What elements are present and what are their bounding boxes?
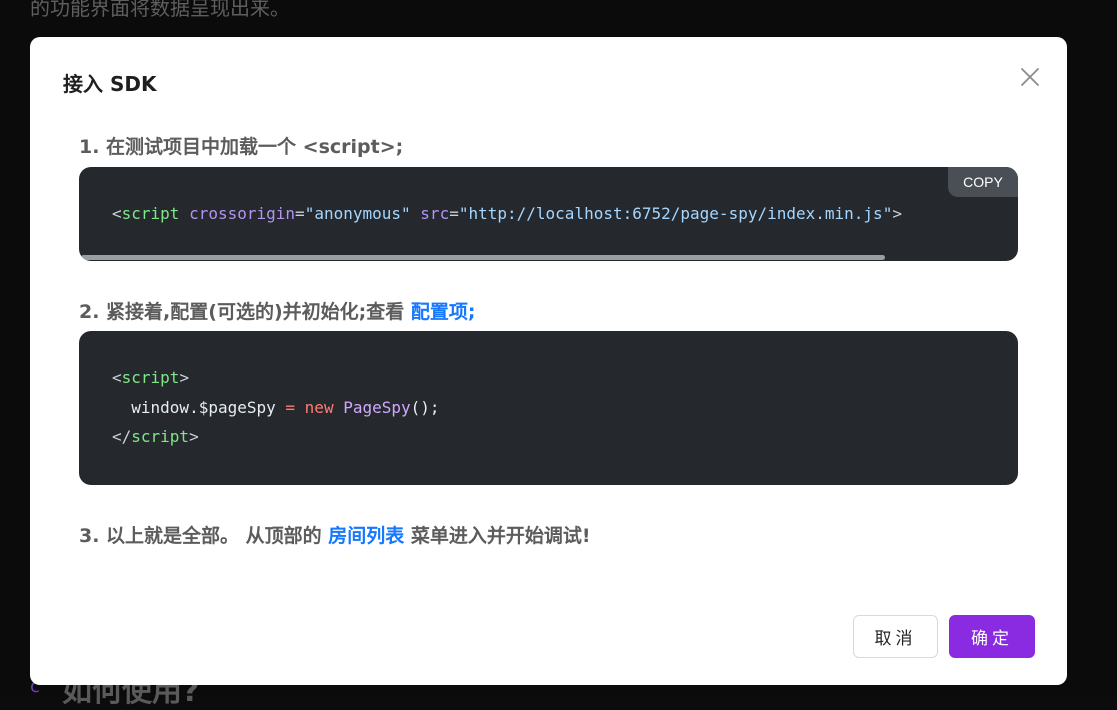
code-token: >	[892, 204, 902, 223]
code-block-init: <script> window.$pageSpy = new PageSpy()…	[79, 331, 1018, 485]
room-list-link[interactable]: 房间列表	[328, 525, 404, 547]
copy-button[interactable]: COPY	[948, 167, 1018, 197]
code-token: script	[131, 427, 190, 446]
step-3-rest: 菜单进入并开始调试!	[404, 525, 591, 547]
code-token: crossorigin	[189, 204, 296, 223]
close-button[interactable]	[1018, 65, 1042, 89]
ok-button[interactable]: 确定	[949, 615, 1035, 658]
code-token: script	[121, 204, 180, 223]
code-token: <	[112, 204, 122, 223]
code-token: =	[295, 204, 305, 223]
modal-title: 接入 SDK	[63, 72, 157, 96]
code-token: window.$pageSpy	[131, 397, 276, 417]
code-token: >	[179, 368, 190, 387]
code-block-script-tag: <script crossorigin="anonymous" src="htt…	[79, 167, 1018, 261]
code-token: ();	[410, 397, 440, 417]
config-options-link[interactable]: 配置项;	[411, 301, 476, 323]
code-token: </	[112, 427, 132, 446]
step-2-label: 2. 紧接着,配置(可选的)并初始化;查看	[79, 301, 411, 323]
code-token: "http://localhost:6752/page-spy/index.mi…	[458, 204, 893, 223]
code-token: =	[449, 204, 459, 223]
background-intro-text: 的功能界面将数据呈现出来。	[30, 0, 290, 20]
step-1-text: 1. 在测试项目中加载一个 <script>;	[79, 136, 404, 158]
step-3-text: 3. 以上就是全部。 从顶部的 房间列表 菜单进入并开始调试!	[79, 521, 591, 548]
code-token: "anonymous"	[304, 204, 411, 223]
code-token: src	[420, 204, 450, 223]
code-token: <	[112, 368, 122, 387]
sdk-modal: 接入 SDK 1. 在测试项目中加载一个 <script>; <script c…	[30, 37, 1067, 685]
code-token: new	[304, 397, 334, 417]
code-lines: <script> window.$pageSpy = new PageSpy()…	[112, 363, 440, 452]
close-icon	[1021, 68, 1039, 86]
step-2-text: 2. 紧接着,配置(可选的)并初始化;查看 配置项;	[79, 297, 475, 324]
step-3-label: 3. 以上就是全部。 从顶部的	[79, 525, 329, 547]
code-token: >	[189, 427, 199, 446]
horizontal-scrollbar[interactable]	[81, 255, 885, 260]
code-token: script	[121, 368, 180, 387]
code-line: <script crossorigin="anonymous" src="htt…	[112, 199, 902, 229]
code-token: PageSpy	[343, 397, 411, 417]
cancel-button[interactable]: 取消	[853, 615, 938, 658]
code-token: =	[275, 397, 305, 417]
